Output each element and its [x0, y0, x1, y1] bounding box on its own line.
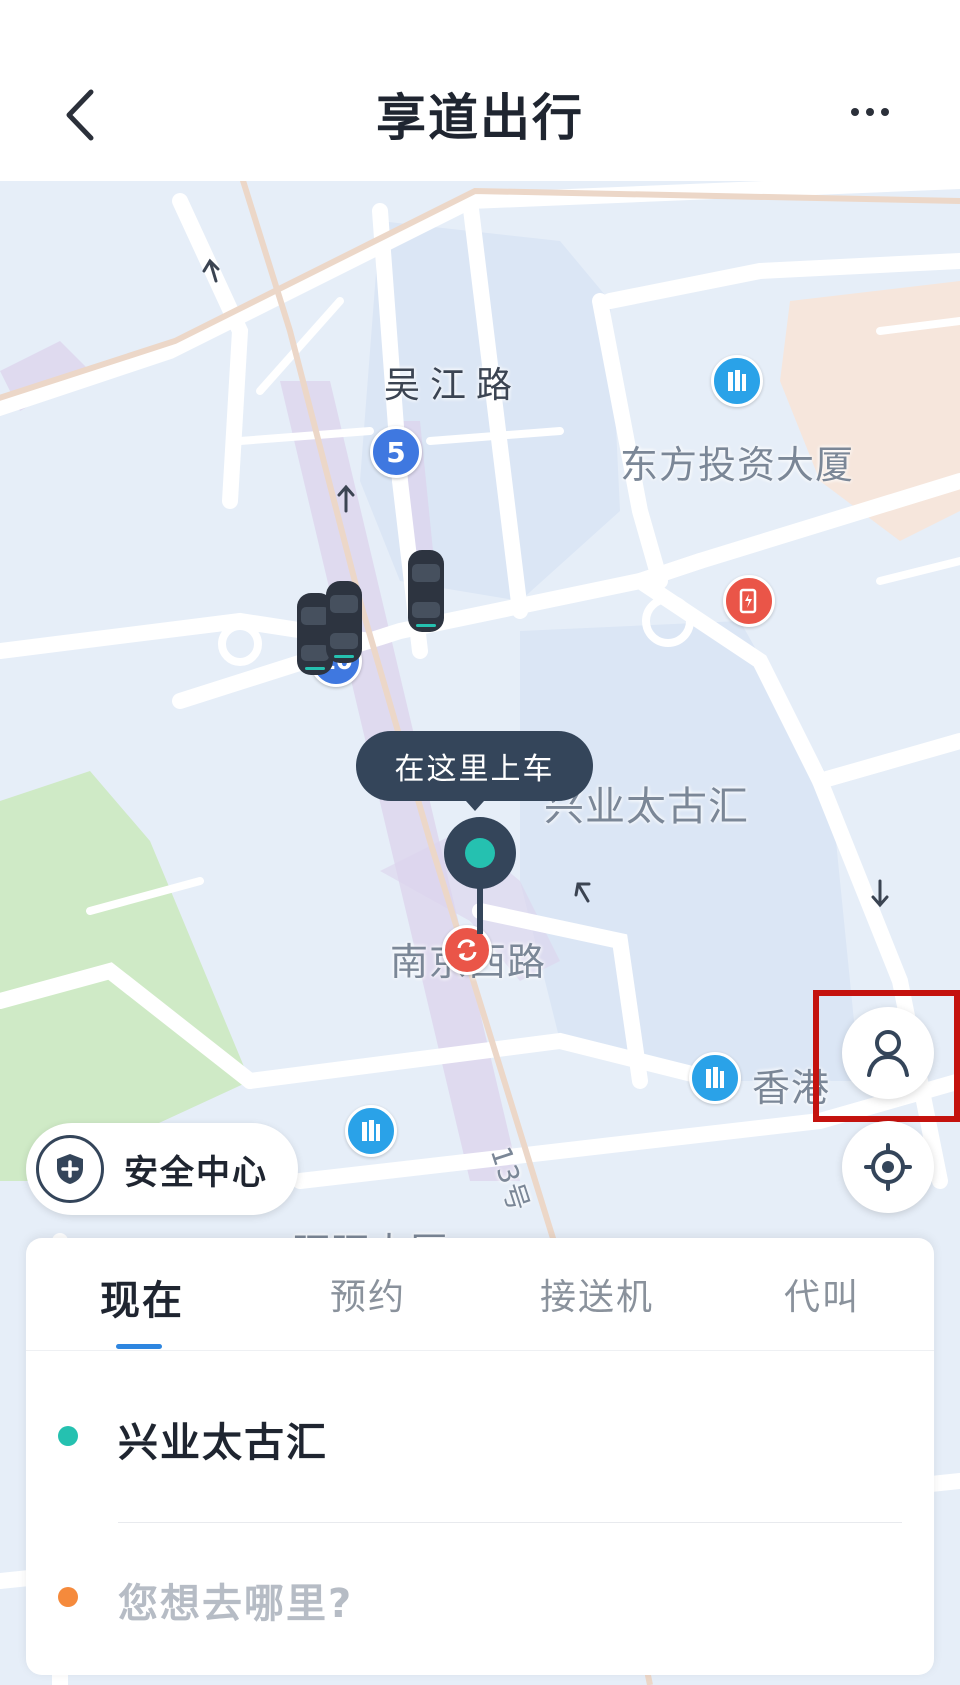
pickup-pin-stem: [477, 886, 483, 934]
locate-me-button[interactable]: [842, 1121, 934, 1213]
pickup-pin-icon[interactable]: [444, 817, 516, 889]
tab-airport-transfer[interactable]: 接送机: [540, 1268, 654, 1320]
user-icon: [867, 1030, 909, 1077]
charging-station-poi-icon[interactable]: [723, 575, 775, 627]
page-title: 享道出行: [376, 89, 584, 147]
destination-dot-icon: [58, 1587, 78, 1607]
pickup-tooltip[interactable]: 在这里上车: [356, 731, 593, 811]
app-header: 享道出行: [0, 0, 960, 181]
ride-mode-tabs: 现在 预约 接送机 代叫: [26, 1238, 934, 1351]
active-tab-indicator: [116, 1344, 162, 1349]
more-options-button[interactable]: [840, 92, 900, 132]
building-poi-icon[interactable]: [711, 355, 763, 407]
building-poi-icon[interactable]: [689, 1052, 741, 1104]
destination-input-row[interactable]: 您想去哪里?: [26, 1523, 934, 1673]
tab-reserve[interactable]: 预约: [330, 1268, 406, 1320]
tab-now[interactable]: 现在: [100, 1268, 184, 1326]
building-poi-icon[interactable]: [345, 1105, 397, 1157]
safety-icon-wrap: [36, 1135, 104, 1203]
more-dots-icon: [851, 108, 889, 116]
charging-station-icon: [739, 588, 757, 614]
shield-plus-icon: [57, 1154, 83, 1184]
metro-station-poi-icon[interactable]: [442, 925, 492, 975]
passenger-profile-button[interactable]: [842, 1007, 934, 1099]
map-label-hongkong: 香港: [752, 1066, 831, 1110]
building-icon: [706, 1067, 724, 1088]
car-marker-icon: [326, 581, 362, 663]
metro-line-badge: 5: [370, 426, 422, 478]
ride-request-card: 现在 预约 接送机 代叫 兴业太古汇 您想去哪里?: [26, 1238, 934, 1675]
pickup-dot-icon: [58, 1426, 78, 1446]
car-marker-icon: [408, 550, 444, 632]
pickup-address-row[interactable]: 兴业太古汇: [26, 1350, 934, 1522]
pickup-address: 兴业太古汇: [118, 1420, 328, 1466]
map-label-wujiang-road: 吴江路: [384, 365, 523, 406]
map-label-dongfang-tower: 东方投资大厦: [620, 443, 855, 487]
building-icon: [362, 1120, 380, 1141]
crosshair-icon: [864, 1143, 912, 1191]
destination-placeholder[interactable]: 您想去哪里?: [118, 1571, 353, 1629]
building-icon: [728, 370, 746, 391]
safety-center-button[interactable]: 安全中心: [26, 1123, 298, 1215]
pickup-dot: [465, 838, 495, 868]
safety-center-label: 安全中心: [124, 1152, 268, 1193]
tab-call-for-others[interactable]: 代叫: [784, 1268, 860, 1320]
metro-transfer-icon: [457, 939, 477, 961]
app-screen: 享道出行 吴江路 东方投资大厦 兴业太古汇 香港 13号 5 在这里上车 安全中…: [0, 0, 960, 1685]
